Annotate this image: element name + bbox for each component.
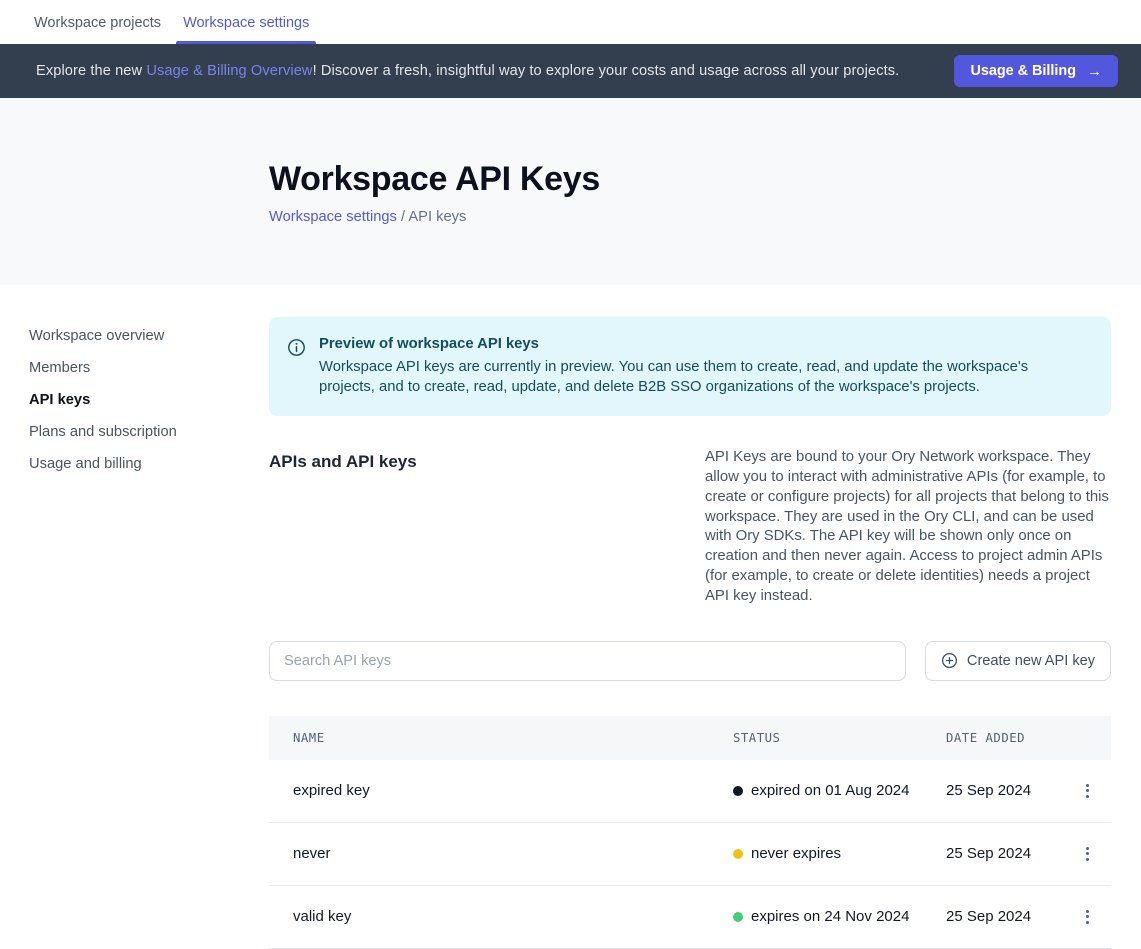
- kebab-menu-icon[interactable]: [1075, 905, 1099, 929]
- preview-info-title: Preview of workspace API keys: [319, 336, 1087, 352]
- api-key-name: valid key: [269, 908, 733, 925]
- preview-info-box: Preview of workspace API keys Workspace …: [269, 317, 1111, 416]
- section-description: API Keys are bound to your Ory Network w…: [705, 448, 1111, 606]
- date-added: 25 Sep 2024: [946, 782, 1063, 799]
- usage-billing-button[interactable]: Usage & Billing →: [954, 55, 1118, 87]
- date-added: 25 Sep 2024: [946, 845, 1063, 862]
- date-added: 25 Sep 2024: [946, 908, 1063, 925]
- banner-text-before: Explore the new: [36, 63, 146, 79]
- status-badge: expires on 24 Nov 2024: [733, 908, 946, 925]
- kebab-menu-icon[interactable]: [1075, 779, 1099, 803]
- table-row: never never expires 25 Sep 2024: [269, 823, 1111, 886]
- column-header-status: STATUS: [733, 731, 946, 745]
- usage-billing-banner: Explore the new Usage & Billing Overview…: [0, 44, 1141, 98]
- banner-text-after: ! Discover a fresh, insightful way to ex…: [313, 63, 900, 79]
- kebab-menu-icon[interactable]: [1075, 842, 1099, 866]
- usage-billing-overview-link[interactable]: Usage & Billing Overview: [146, 63, 312, 79]
- status-text: expires on 24 Nov 2024: [751, 908, 909, 925]
- section-heading: APIs and API keys: [269, 448, 705, 606]
- arrow-right-icon: →: [1087, 63, 1102, 80]
- status-dot-icon: [733, 849, 743, 859]
- sidebar-item-usage-billing[interactable]: Usage and billing: [29, 448, 269, 480]
- status-text: never expires: [751, 845, 841, 862]
- sidebar-item-plans-subscription[interactable]: Plans and subscription: [29, 416, 269, 448]
- create-api-key-button[interactable]: Create new API key: [925, 641, 1111, 681]
- page-title: Workspace API Keys: [269, 160, 1141, 199]
- table-row: expired key expired on 01 Aug 2024 25 Sep …: [269, 760, 1111, 823]
- settings-sidebar: Workspace overview Members API keys Plan…: [0, 285, 269, 949]
- status-badge: never expires: [733, 845, 946, 862]
- column-header-name: NAME: [269, 731, 733, 745]
- search-input[interactable]: [269, 641, 906, 681]
- info-circle-icon: [287, 338, 306, 357]
- sidebar-item-members[interactable]: Members: [29, 352, 269, 384]
- apis-section: APIs and API keys API Keys are bound to …: [269, 448, 1111, 606]
- breadcrumb-current: API keys: [408, 209, 466, 225]
- top-navigation: Workspace projects Workspace settings: [0, 0, 1141, 44]
- api-key-name: expired key: [269, 782, 733, 799]
- breadcrumb-separator: /: [401, 209, 405, 225]
- preview-info-body: Workspace API keys are currently in prev…: [319, 358, 1087, 397]
- sidebar-item-api-keys[interactable]: API keys: [29, 384, 269, 416]
- table-header-row: NAME STATUS DATE ADDED: [269, 716, 1111, 760]
- tab-workspace-settings[interactable]: Workspace settings: [183, 15, 309, 44]
- breadcrumb: Workspace settings / API keys: [269, 209, 1141, 225]
- preview-info-content: Preview of workspace API keys Workspace …: [319, 336, 1087, 397]
- status-text: expired on 01 Aug 2024: [751, 782, 909, 799]
- status-badge: expired on 01 Aug 2024: [733, 782, 946, 799]
- status-dot-icon: [733, 912, 743, 922]
- banner-text: Explore the new Usage & Billing Overview…: [36, 63, 899, 79]
- table-row: valid key expires on 24 Nov 2024 25 Sep 20…: [269, 886, 1111, 949]
- usage-billing-button-label: Usage & Billing: [970, 63, 1076, 79]
- content-area: Preview of workspace API keys Workspace …: [269, 285, 1111, 949]
- status-dot-icon: [733, 786, 743, 796]
- sidebar-item-workspace-overview[interactable]: Workspace overview: [29, 320, 269, 352]
- api-keys-toolbar: Create new API key: [269, 641, 1111, 681]
- main-area: Workspace overview Members API keys Plan…: [0, 285, 1141, 949]
- plus-circle-icon: [941, 652, 958, 669]
- page-header: Workspace API Keys Workspace settings / …: [0, 98, 1141, 285]
- tab-workspace-projects[interactable]: Workspace projects: [34, 15, 161, 44]
- table-body: expired key expired on 01 Aug 2024 25 Sep …: [269, 760, 1111, 949]
- breadcrumb-workspace-settings-link[interactable]: Workspace settings: [269, 209, 397, 225]
- api-keys-table: NAME STATUS DATE ADDED expired keyexpire…: [269, 716, 1111, 949]
- api-key-name: never: [269, 845, 733, 862]
- create-api-key-label: Create new API key: [967, 653, 1095, 669]
- column-header-date-added: DATE ADDED: [946, 731, 1063, 745]
